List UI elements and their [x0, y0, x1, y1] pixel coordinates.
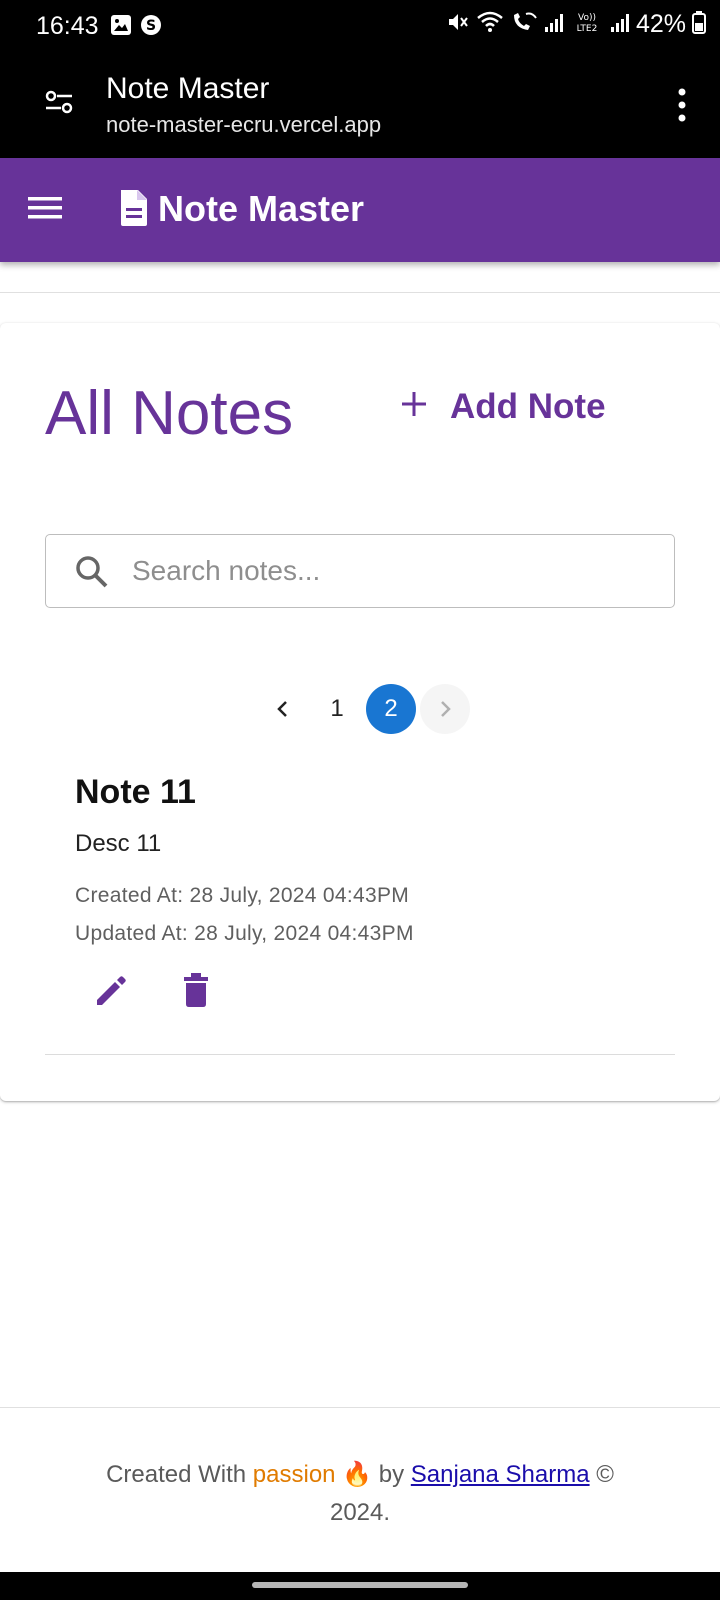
- footer-prefix: Created With: [106, 1461, 247, 1488]
- note-item: Note 11 Desc 11 Created At: 28 July, 202…: [75, 773, 635, 1013]
- site-settings-icon[interactable]: [44, 88, 74, 121]
- footer-year: 2024.: [329, 1499, 391, 1526]
- add-note-label: Add Note: [450, 387, 606, 426]
- signal-icon: [544, 11, 564, 38]
- note-created-at: Created At: 28 July, 2024 04:43PM: [75, 884, 410, 907]
- page-title: All Notes: [45, 379, 294, 448]
- note-actions: [75, 972, 635, 1013]
- search-input[interactable]: [132, 549, 652, 593]
- edit-icon[interactable]: [93, 972, 129, 1013]
- delete-icon[interactable]: [181, 972, 211, 1013]
- footer: Created With passion 🔥 by Sanjana Sharma…: [60, 1456, 660, 1532]
- battery-percent: 42%: [635, 10, 686, 38]
- note-updated-at: Updated At: 28 July, 2024 04:43PM: [75, 922, 414, 945]
- footer-copyright: ©: [596, 1461, 614, 1488]
- document-icon: [118, 188, 150, 233]
- page-button-1[interactable]: 1: [312, 684, 362, 734]
- footer-divider: [0, 1407, 720, 1408]
- app-bar: Note Master: [0, 158, 720, 262]
- signal-icon: [610, 11, 630, 38]
- fire-icon: 🔥: [342, 1461, 373, 1488]
- status-time: 16:43: [36, 12, 99, 40]
- shazam-icon: S: [140, 14, 162, 41]
- browser-url[interactable]: note-master-ecru.vercel.app: [106, 112, 381, 138]
- home-gesture-handle[interactable]: [252, 1582, 468, 1588]
- author-link[interactable]: Sanjana Sharma: [411, 1461, 590, 1488]
- mute-icon: [446, 10, 470, 39]
- image-icon: [110, 14, 132, 41]
- footer-passion: passion: [252, 1461, 336, 1488]
- previous-page-button[interactable]: [258, 684, 308, 734]
- battery-icon: [692, 10, 706, 39]
- search-icon: [74, 554, 110, 595]
- volte-icon: Vo)) LTE2: [570, 10, 604, 39]
- note-title: Note 11: [75, 773, 196, 811]
- footer-by: by: [378, 1461, 405, 1488]
- divider: [0, 292, 720, 293]
- pagination: 1 2: [258, 684, 474, 734]
- plus-icon: [400, 387, 428, 427]
- search-field[interactable]: [45, 534, 675, 608]
- page-button-2[interactable]: 2: [366, 684, 416, 734]
- system-nav-bar: [0, 1572, 720, 1600]
- next-page-button[interactable]: [420, 684, 470, 734]
- more-options-icon[interactable]: [678, 88, 686, 127]
- note-divider: [45, 1054, 675, 1055]
- note-description: Desc 11: [75, 830, 162, 857]
- menu-icon[interactable]: [26, 193, 64, 228]
- wifi-calling-icon: [510, 10, 538, 39]
- svg-text:LTE2: LTE2: [577, 24, 598, 34]
- notes-card: All Notes Add Note 1 2 Note 11 Desc 11 C…: [0, 323, 720, 1101]
- browser-bar: Note Master note-master-ecru.vercel.app: [0, 52, 720, 158]
- svg-text:S: S: [146, 18, 156, 34]
- svg-text:Vo)): Vo)): [578, 13, 596, 23]
- wifi-icon: [476, 10, 504, 39]
- status-bar: 16:43 S Vo)) LTE2 42%: [0, 0, 720, 52]
- browser-site-title: Note Master: [106, 72, 270, 105]
- add-note-button[interactable]: Add Note: [400, 387, 606, 427]
- app-title: Note Master: [158, 188, 365, 229]
